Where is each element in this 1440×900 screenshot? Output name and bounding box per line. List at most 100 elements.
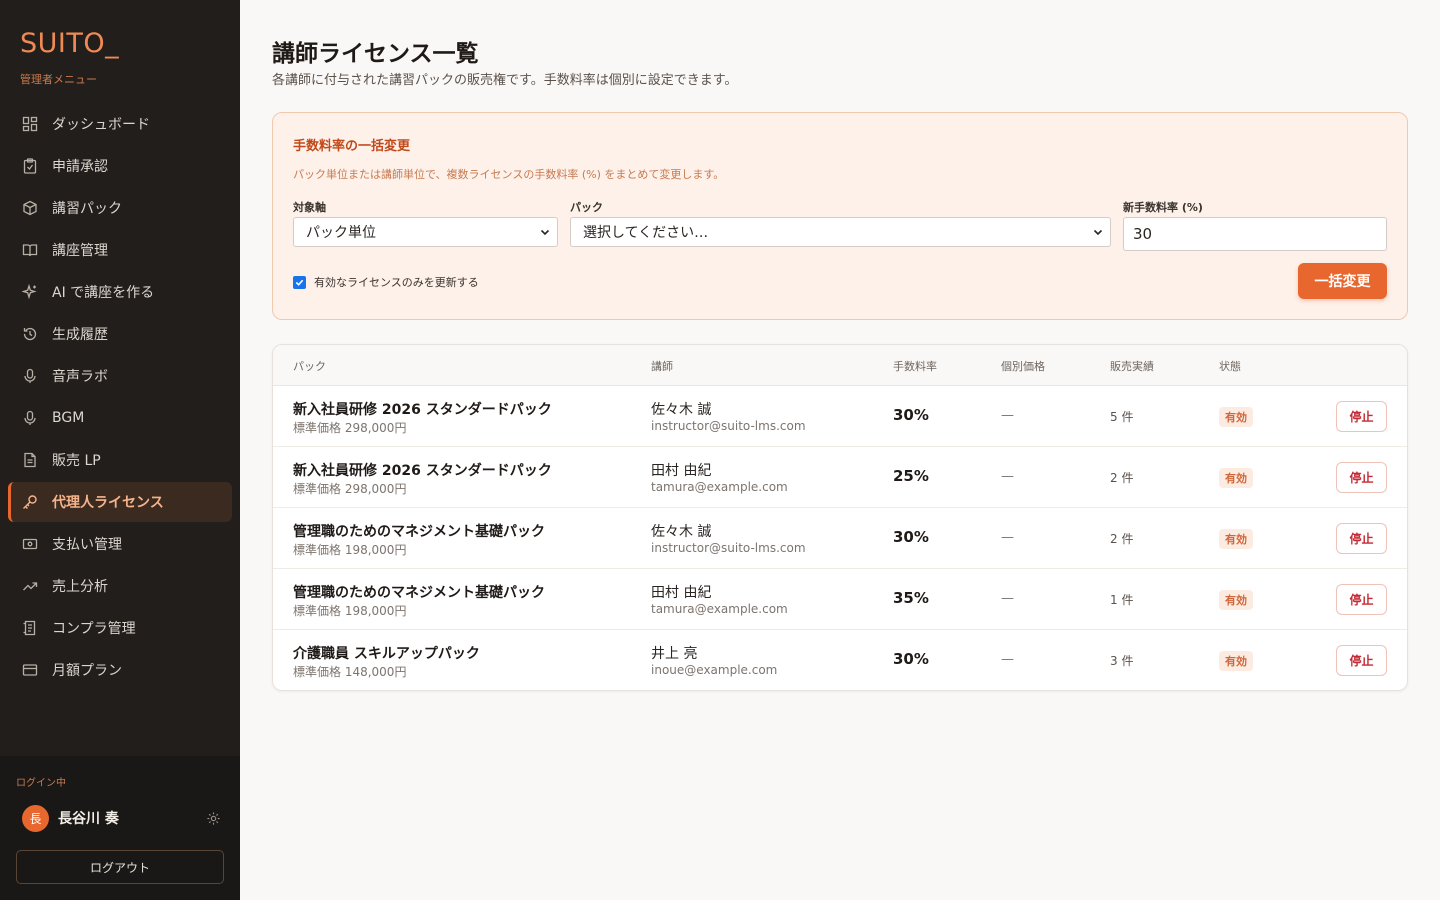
avatar: 長 — [22, 804, 49, 832]
bulk-panel-title: 手数料率の一括変更 — [293, 139, 411, 154]
sales-count: 2 件 — [1110, 532, 1134, 546]
col-pack: パック — [293, 360, 326, 373]
sidebar-item-label: コンプラ管理 — [52, 621, 136, 637]
pack-name: 管理職のためのマネジメント基礎パック — [293, 585, 545, 601]
sidebar: SUITO_ 管理者メニュー ダッシュボード 申請承認 講習パック 講座管理 A… — [0, 0, 240, 900]
sidebar-item-label: BGM — [52, 410, 85, 426]
sidebar-item-label: 代理人ライセンス — [52, 495, 164, 511]
sidebar-item-agent-license[interactable]: 代理人ライセンス — [8, 482, 232, 522]
sidebar-item-label: 講習パック — [52, 201, 122, 217]
axis-select-value: パック単位 — [306, 225, 376, 241]
sidebar-item-history[interactable]: 生成履歴 — [8, 314, 232, 354]
brand-logo[interactable]: SUITO_ — [20, 28, 119, 59]
sidebar-item-packs[interactable]: 講習パック — [8, 188, 232, 228]
sidebar-item-monthly-plan[interactable]: 月額プラン — [8, 650, 232, 690]
sidebar-item-courses[interactable]: 講座管理 — [8, 230, 232, 270]
sidebar-item-sales-lp[interactable]: 販売 LP — [8, 440, 232, 480]
book-icon — [21, 241, 39, 259]
status-badge: 有効 — [1219, 529, 1253, 549]
sidebar-item-label: AI で講座を作る — [52, 285, 155, 301]
stop-button[interactable]: 停止 — [1336, 523, 1387, 554]
status-badge: 有効 — [1219, 468, 1253, 488]
axis-label: 対象軸 — [293, 201, 326, 214]
only-active-option[interactable]: 有効なライセンスのみを更新する — [293, 274, 479, 290]
sidebar-item-voice-lab[interactable]: 音声ラボ — [8, 356, 232, 396]
sidebar-nav: ダッシュボード 申請承認 講習パック 講座管理 AI で講座を作る 生成履歴 音… — [8, 104, 232, 692]
sidebar-item-bgm[interactable]: BGM — [8, 398, 232, 438]
sidebar-item-label: 音声ラボ — [52, 369, 108, 385]
bulk-panel-description: パック単位または講師単位で、複数ライセンスの手数料率 (%) をまとめて変更しま… — [293, 168, 725, 181]
trend-icon — [21, 577, 39, 595]
payment-icon — [21, 535, 39, 553]
pack-name: 介護職員 スキルアップパック — [293, 646, 480, 662]
table-row: 管理職のためのマネジメント基礎パック 標準価格 198,000円 田村 由紀 t… — [273, 569, 1407, 630]
sales-count: 3 件 — [1110, 654, 1134, 668]
table-row: 管理職のためのマネジメント基礎パック 標準価格 198,000円 佐々木 誠 i… — [273, 508, 1407, 569]
individual-price: — — [1001, 469, 1014, 484]
instructor-email: instructor@suito-lms.com — [651, 419, 806, 433]
sidebar-item-label: ダッシュボード — [52, 117, 150, 133]
sidebar-item-label: 販売 LP — [52, 453, 101, 469]
sidebar-item-approvals[interactable]: 申請承認 — [8, 146, 232, 186]
document-icon — [21, 451, 39, 469]
only-active-checkbox[interactable] — [293, 275, 306, 289]
col-indiv-price: 個別価格 — [1001, 360, 1045, 373]
pack-name: 新入社員研修 2026 スタンダードパック — [293, 463, 552, 479]
instructor-email: tamura@example.com — [651, 480, 788, 494]
sidebar-item-ai-course[interactable]: AI で講座を作る — [8, 272, 232, 312]
sidebar-item-dashboard[interactable]: ダッシュボード — [8, 104, 232, 144]
individual-price: — — [1001, 530, 1014, 545]
key-icon — [21, 493, 39, 511]
instructor-name: 田村 由紀 — [651, 463, 712, 479]
table-row: 新入社員研修 2026 スタンダードパック 標準価格 298,000円 佐々木 … — [273, 386, 1407, 447]
col-sales: 販売実績 — [1110, 360, 1154, 373]
pack-price: 標準価格 298,000円 — [293, 482, 407, 496]
chevron-down-icon — [540, 229, 550, 236]
pack-price: 標準価格 198,000円 — [293, 543, 407, 557]
commission-rate: 25% — [893, 467, 929, 485]
chevron-down-icon — [1093, 229, 1103, 236]
axis-select[interactable]: パック単位 — [293, 217, 558, 247]
only-active-label: 有効なライセンスのみを更新する — [314, 276, 479, 289]
pack-label: パック — [570, 201, 603, 214]
stop-button[interactable]: 停止 — [1336, 462, 1387, 493]
logout-button[interactable]: ログアウト — [16, 850, 224, 884]
gear-icon[interactable] — [204, 809, 222, 827]
instructor-name: 井上 亮 — [651, 646, 698, 662]
microphone-icon — [21, 409, 39, 427]
rate-input[interactable]: 30 — [1123, 217, 1387, 251]
status-badge: 有効 — [1219, 407, 1253, 427]
table-header: パック 講師 手数料率 個別価格 販売実績 状態 — [273, 345, 1407, 386]
sidebar-item-label: 支払い管理 — [52, 537, 122, 553]
commission-rate: 30% — [893, 406, 929, 424]
pack-price: 標準価格 198,000円 — [293, 604, 407, 618]
package-icon — [21, 199, 39, 217]
pack-select-value: 選択してください… — [583, 225, 709, 241]
sidebar-subtitle: 管理者メニュー — [20, 73, 97, 86]
pack-select[interactable]: 選択してください… — [570, 217, 1111, 247]
col-instructor: 講師 — [651, 360, 673, 373]
bulk-update-button[interactable]: 一括変更 — [1298, 263, 1387, 299]
table-row: 新入社員研修 2026 スタンダードパック 標準価格 298,000円 田村 由… — [273, 447, 1407, 508]
microphone-icon — [21, 367, 39, 385]
pack-name: 新入社員研修 2026 スタンダードパック — [293, 402, 552, 418]
sidebar-item-payments[interactable]: 支払い管理 — [8, 524, 232, 564]
sidebar-footer: ログイン中 長 長谷川 奏 ログアウト — [0, 756, 240, 900]
instructor-name: 田村 由紀 — [651, 585, 712, 601]
sidebar-item-compliance[interactable]: コンプラ管理 — [8, 608, 232, 648]
stop-button[interactable]: 停止 — [1336, 401, 1387, 432]
user-row: 長 長谷川 奏 — [22, 804, 222, 832]
license-table: パック 講師 手数料率 個別価格 販売実績 状態 新入社員研修 2026 スタン… — [272, 344, 1408, 691]
sales-count: 1 件 — [1110, 593, 1134, 607]
sales-count: 2 件 — [1110, 471, 1134, 485]
status-badge: 有効 — [1219, 651, 1253, 671]
card-icon — [21, 661, 39, 679]
stop-button[interactable]: 停止 — [1336, 584, 1387, 615]
sidebar-item-analytics[interactable]: 売上分析 — [8, 566, 232, 606]
table-row: 介護職員 スキルアップパック 標準価格 148,000円 井上 亮 inoue@… — [273, 630, 1407, 690]
instructor-email: instructor@suito-lms.com — [651, 541, 806, 555]
dashboard-icon — [21, 115, 39, 133]
commission-rate: 30% — [893, 650, 929, 668]
commission-rate: 35% — [893, 589, 929, 607]
stop-button[interactable]: 停止 — [1336, 645, 1387, 676]
